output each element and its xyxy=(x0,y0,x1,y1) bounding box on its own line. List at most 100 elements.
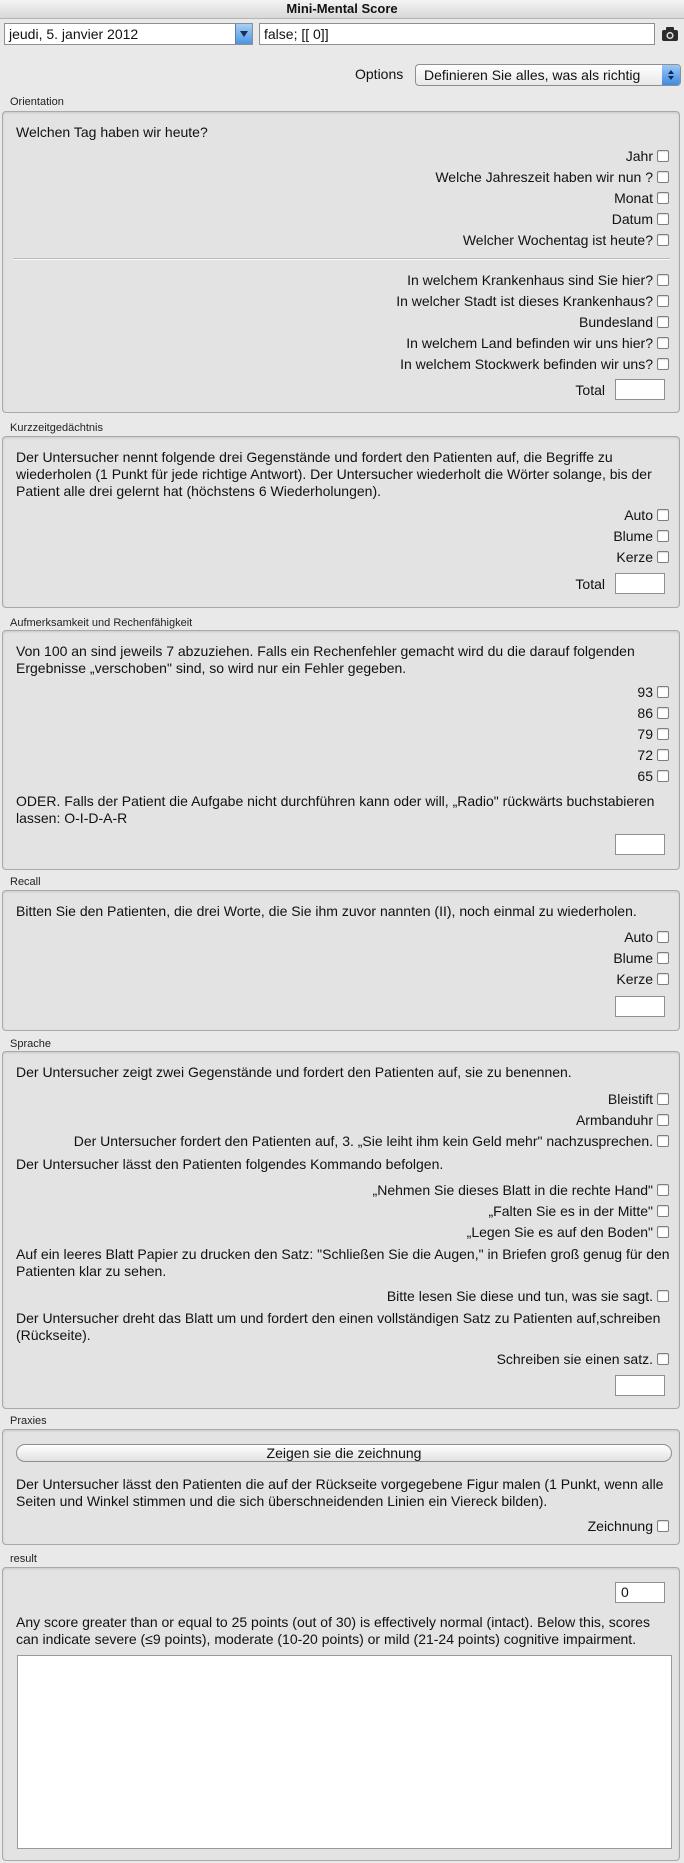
checkbox-row[interactable]: 79 xyxy=(637,726,669,742)
date-dropdown-button[interactable] xyxy=(235,24,252,44)
result-notes-textarea[interactable] xyxy=(17,1655,672,1849)
select-arrows-icon xyxy=(662,65,680,85)
kurzzeit-text: Der Untersucher nennt folgende drei Gege… xyxy=(16,449,652,499)
checkbox[interactable] xyxy=(657,192,669,204)
checkbox[interactable] xyxy=(657,952,669,964)
chevron-down-icon xyxy=(240,31,248,37)
checkbox[interactable] xyxy=(657,728,669,740)
sprache-text-2: Der Untersucher lässt den Patienten folg… xyxy=(16,1156,444,1172)
checkbox-row[interactable]: Zeichnung xyxy=(588,1518,669,1534)
checkbox-row[interactable]: Kerze xyxy=(616,549,669,565)
checkbox[interactable] xyxy=(657,337,669,349)
checkbox-row[interactable]: 93 xyxy=(637,684,669,700)
checkbox-row[interactable]: Datum xyxy=(612,211,669,227)
divider xyxy=(13,258,670,260)
checkbox-label: Der Untersucher fordert den Patienten au… xyxy=(73,1133,653,1149)
camera-icon[interactable] xyxy=(660,24,680,44)
checkbox-row[interactable]: Bundesland xyxy=(579,314,669,330)
checkbox-row[interactable]: Welcher Wochentag ist heute? xyxy=(463,232,669,248)
checkbox[interactable] xyxy=(657,1135,669,1147)
checkbox-label: Kerze xyxy=(616,549,653,565)
recall-total-field[interactable] xyxy=(615,996,665,1017)
checkbox[interactable] xyxy=(657,1184,669,1196)
checkbox[interactable] xyxy=(657,1093,669,1105)
section-label-sprache: Sprache xyxy=(10,1038,51,1050)
kurzzeit-total-field[interactable] xyxy=(615,573,665,594)
checkbox-row[interactable]: In welchem Stockwerk befinden wir uns? xyxy=(400,356,669,372)
checkbox-label: 79 xyxy=(637,726,653,742)
checkbox-row[interactable]: Blume xyxy=(613,950,669,966)
checkbox-row[interactable]: Jahr xyxy=(626,148,669,164)
checkbox[interactable] xyxy=(657,1114,669,1126)
window-title: Mini-Mental Score xyxy=(0,0,684,19)
checkbox[interactable] xyxy=(657,295,669,307)
checkbox-row[interactable]: 86 xyxy=(637,705,669,721)
checkbox-label: „Nehmen Sie dieses Blatt in die rechte H… xyxy=(372,1182,653,1198)
checkbox[interactable] xyxy=(657,770,669,782)
date-field[interactable]: jeudi, 5. janvier 2012 xyxy=(4,23,253,45)
recall-panel: Bitten Sie den Patienten, die drei Worte… xyxy=(2,890,680,1031)
checkbox[interactable] xyxy=(657,274,669,286)
checkbox-label: Auto xyxy=(624,929,653,945)
checkbox-row[interactable]: Welche Jahreszeit haben wir nun ? xyxy=(435,169,669,185)
checkbox[interactable] xyxy=(657,551,669,563)
checkbox-row[interactable]: In welchem Krankenhaus sind Sie hier? xyxy=(407,272,669,288)
checkbox[interactable] xyxy=(657,509,669,521)
formula-field[interactable]: false; [[ 0]] xyxy=(259,23,655,45)
checkbox[interactable] xyxy=(657,931,669,943)
checkbox-row[interactable]: 72 xyxy=(637,747,669,763)
checkbox[interactable] xyxy=(657,1205,669,1217)
show-drawing-button[interactable]: Zeigen sie die zeichnung xyxy=(16,1444,672,1462)
section-label-kurzzeit: Kurzzeitgedächtnis xyxy=(10,422,103,434)
checkbox-label: Auto xyxy=(624,507,653,523)
options-label: Options xyxy=(355,66,404,82)
checkbox[interactable] xyxy=(657,234,669,246)
checkbox-row[interactable]: Kerze xyxy=(616,971,669,987)
checkbox-row[interactable]: In welcher Stadt ist dieses Krankenhaus? xyxy=(396,293,669,309)
checkbox[interactable] xyxy=(657,358,669,370)
checkbox-row[interactable]: In welchem Land befinden wir uns hier? xyxy=(406,335,669,351)
checkbox[interactable] xyxy=(657,686,669,698)
checkbox-row[interactable]: 65 xyxy=(637,768,669,784)
checkbox[interactable] xyxy=(657,530,669,542)
checkbox-row[interactable]: Monat xyxy=(614,190,669,206)
result-score-field[interactable]: 0 xyxy=(615,1582,665,1603)
checkbox[interactable] xyxy=(657,707,669,719)
checkbox-row[interactable]: Der Untersucher fordert den Patienten au… xyxy=(74,1133,669,1149)
checkbox[interactable] xyxy=(657,1353,669,1365)
checkbox-label: 65 xyxy=(637,768,653,784)
checkbox-row[interactable]: Schreiben sie einen satz. xyxy=(497,1351,669,1367)
aufmerksamkeit-total-field[interactable] xyxy=(615,834,665,855)
checkbox-label: In welchem Krankenhaus sind Sie hier? xyxy=(407,272,653,288)
options-selected: Definieren Sie alles, was als richtig xyxy=(424,67,641,83)
checkbox[interactable] xyxy=(657,749,669,761)
checkbox-row[interactable]: Bleistift xyxy=(608,1091,669,1107)
checkbox[interactable] xyxy=(657,213,669,225)
sprache-text-1: Der Untersucher zeigt zwei Gegenstände u… xyxy=(16,1064,572,1080)
checkbox-row[interactable]: Armbanduhr xyxy=(576,1112,669,1128)
checkbox[interactable] xyxy=(657,150,669,162)
checkbox[interactable] xyxy=(657,1226,669,1238)
praxies-panel: Zeigen sie die zeichnung Der Untersucher… xyxy=(2,1429,680,1545)
sprache-panel: Der Untersucher zeigt zwei Gegenstände u… xyxy=(2,1051,680,1409)
checkbox[interactable] xyxy=(657,171,669,183)
result-panel: 0 Any score greater than or equal to 25 … xyxy=(2,1567,680,1861)
checkbox[interactable] xyxy=(657,316,669,328)
checkbox-row[interactable]: Blume xyxy=(613,528,669,544)
checkbox-label: Welcher Wochentag ist heute? xyxy=(462,232,653,248)
sprache-total-field[interactable] xyxy=(615,1375,665,1396)
checkbox-row[interactable]: „Falten Sie es in der Mitte" xyxy=(489,1203,669,1219)
orientation-total-field[interactable] xyxy=(615,379,665,400)
checkbox-row[interactable]: Auto xyxy=(624,929,669,945)
checkbox-label: 86 xyxy=(637,705,653,721)
checkbox-label: Jahr xyxy=(625,148,653,164)
checkbox-row[interactable]: Bitte lesen Sie diese und tun, was sie s… xyxy=(387,1288,669,1304)
checkbox-row[interactable]: Auto xyxy=(624,507,669,523)
checkbox[interactable] xyxy=(657,973,669,985)
options-select[interactable]: Definieren Sie alles, was als richtig xyxy=(415,64,681,86)
checkbox[interactable] xyxy=(657,1520,669,1532)
checkbox[interactable] xyxy=(657,1290,669,1302)
checkbox-row[interactable]: „Legen Sie es auf den Boden" xyxy=(467,1224,669,1240)
checkbox-row[interactable]: „Nehmen Sie dieses Blatt in die rechte H… xyxy=(373,1182,669,1198)
sprache-text-4: Der Untersucher dreht das Blatt um und f… xyxy=(16,1310,661,1343)
